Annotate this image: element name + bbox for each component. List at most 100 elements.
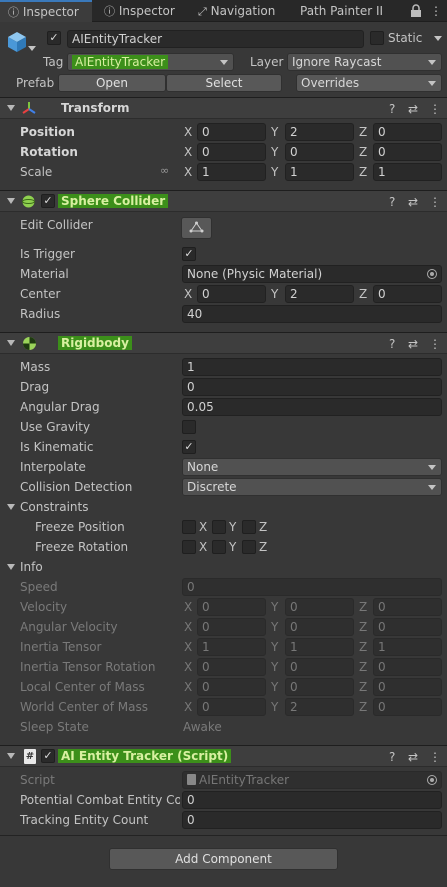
edit-collider-icon [189,221,204,233]
tag-dropdown[interactable]: AIEntityTracker [67,53,234,71]
help-icon[interactable]: ? [389,749,395,765]
prefab-overrides-dropdown[interactable]: Overrides [296,74,442,92]
rotation-z-field[interactable]: 0 [373,143,442,161]
transform-header[interactable]: Transform ? ⇄ ⋮ [0,97,447,119]
is-trigger-checkbox[interactable]: ✓ [182,247,196,261]
lock-icon[interactable] [410,4,422,18]
add-component-button[interactable]: Add Component [109,848,338,870]
drag-field[interactable]: 0 [182,378,442,396]
freeze-position-y-checkbox[interactable] [212,520,226,534]
position-z-field[interactable]: 0 [373,123,442,141]
rotation-x-field[interactable]: 0 [197,143,266,161]
script-field[interactable]: AIEntityTracker [182,771,442,789]
sphere-collider-header[interactable]: ✓ Sphere Collider ? ⇄ ⋮ [0,190,447,212]
position-y-field[interactable]: 2 [285,123,354,141]
edit-collider-button[interactable] [181,217,212,239]
prefab-open-button[interactable]: Open [58,74,166,92]
freeze-rotation-z-checkbox[interactable] [242,540,256,554]
info-foldout-icon[interactable] [7,564,15,570]
preset-icon[interactable]: ⇄ [408,336,418,352]
kebab-icon[interactable]: ⋮ [429,101,441,117]
axis-x-label: X [184,145,193,159]
foldout-icon[interactable] [7,753,15,759]
rotation-y-field[interactable]: 0 [285,143,354,161]
material-field[interactable]: None (Physic Material) [182,265,442,283]
interpolate-dropdown[interactable]: None [182,458,442,476]
layer-dropdown[interactable]: Ignore Raycast [287,53,442,71]
freeze-position-z-checkbox[interactable] [242,520,256,534]
script-component-header[interactable]: # ✓ AI Entity Tracker (Script) ? ⇄ ⋮ [0,745,447,767]
tab-navigation[interactable]: ⤢ Navigation [190,0,290,22]
foldout-icon[interactable] [7,105,15,111]
sphere-collider-enabled-checkbox[interactable]: ✓ [41,194,55,208]
position-label: Position [20,125,75,139]
mass-field[interactable]: 1 [182,358,442,376]
preset-icon[interactable]: ⇄ [408,749,418,765]
kebab-icon[interactable]: ⋮ [429,336,441,352]
tab-path-painter[interactable]: Path Painter II [292,0,397,22]
drag-label: Drag [20,380,50,394]
freeze-position-x-checkbox[interactable] [182,520,196,534]
tab-label: Path Painter II [300,4,384,18]
foldout-icon[interactable] [7,340,15,346]
axis-x-label: X [184,600,193,614]
preset-icon[interactable]: ⇄ [408,194,418,210]
foldout-icon[interactable] [7,198,15,204]
prefab-select-button[interactable]: Select [166,74,282,92]
position-x-field[interactable]: 0 [197,123,266,141]
rigidbody-header[interactable]: Rigidbody ? ⇄ ⋮ [0,332,447,354]
static-checkbox[interactable] [370,31,384,45]
is-kinematic-checkbox[interactable]: ✓ [182,440,196,454]
gameobject-name-field[interactable]: AIEntityTracker [67,30,364,48]
help-icon[interactable]: ? [389,194,395,210]
freeze-rotation-y-checkbox[interactable] [212,540,226,554]
axis-z-label: Z [359,700,368,714]
help-icon[interactable]: ? [389,101,395,117]
scale-y-field[interactable]: 1 [285,163,354,181]
radius-field[interactable]: 40 [182,305,442,323]
icon-dropdown-caret[interactable] [28,46,36,51]
scale-z-field[interactable]: 1 [373,163,442,181]
menu-icon[interactable]: ⋮ [430,3,442,19]
axis-z-label: Z [359,600,368,614]
sphere-collider-title: Sphere Collider [58,194,169,208]
axis-z-label: Z [359,620,368,634]
object-picker-icon[interactable] [427,269,437,279]
axis-x-label: X [184,287,193,301]
help-icon[interactable]: ? [389,336,395,352]
active-checkbox[interactable]: ✓ [47,31,61,45]
tab-inspector-1[interactable]: ⓘ Inspector [0,0,92,22]
kebab-icon[interactable]: ⋮ [429,749,441,765]
axis-z-label: Z [259,520,268,534]
collision-detection-dropdown[interactable]: Discrete [182,478,442,496]
axis-z-label: Z [359,660,368,674]
tab-bar: ⓘ Inspector ⓘ Inspector ⤢ Navigation Pat… [0,0,447,22]
script-enabled-checkbox[interactable]: ✓ [41,749,55,763]
axis-z-label: Z [359,680,368,694]
axis-x-label: X [199,540,208,554]
object-picker-icon[interactable] [427,775,437,785]
link-icon[interactable]: ∞ [160,165,174,177]
static-dropdown-caret[interactable] [434,36,442,41]
tracking-entity-count-label: Tracking Entity Count [20,813,149,827]
tab-label: Inspector [118,4,175,18]
tab-inspector-2[interactable]: ⓘ Inspector [96,0,188,22]
scale-x-field[interactable]: 1 [197,163,266,181]
use-gravity-checkbox[interactable] [182,420,196,434]
freeze-rotation-x-checkbox[interactable] [182,540,196,554]
axis-y-label: Y [271,125,279,139]
angular-drag-field[interactable]: 0.05 [182,398,442,416]
constraints-foldout-icon[interactable] [7,504,15,510]
axis-x-label: X [184,620,193,634]
preset-icon[interactable]: ⇄ [408,101,418,117]
scale-label: Scale [20,165,53,179]
local-center-of-mass-label: Local Center of Mass [20,680,145,694]
center-y-field[interactable]: 2 [285,285,354,303]
center-x-field[interactable]: 0 [197,285,266,303]
kebab-icon[interactable]: ⋮ [429,194,441,210]
tracking-entity-count-field[interactable]: 0 [182,811,442,829]
inertia-tensor-rotation-y-field: 0 [285,658,354,676]
center-z-field[interactable]: 0 [373,285,442,303]
potential-combat-entity-count-field[interactable]: 0 [182,791,442,809]
divider [0,835,447,836]
